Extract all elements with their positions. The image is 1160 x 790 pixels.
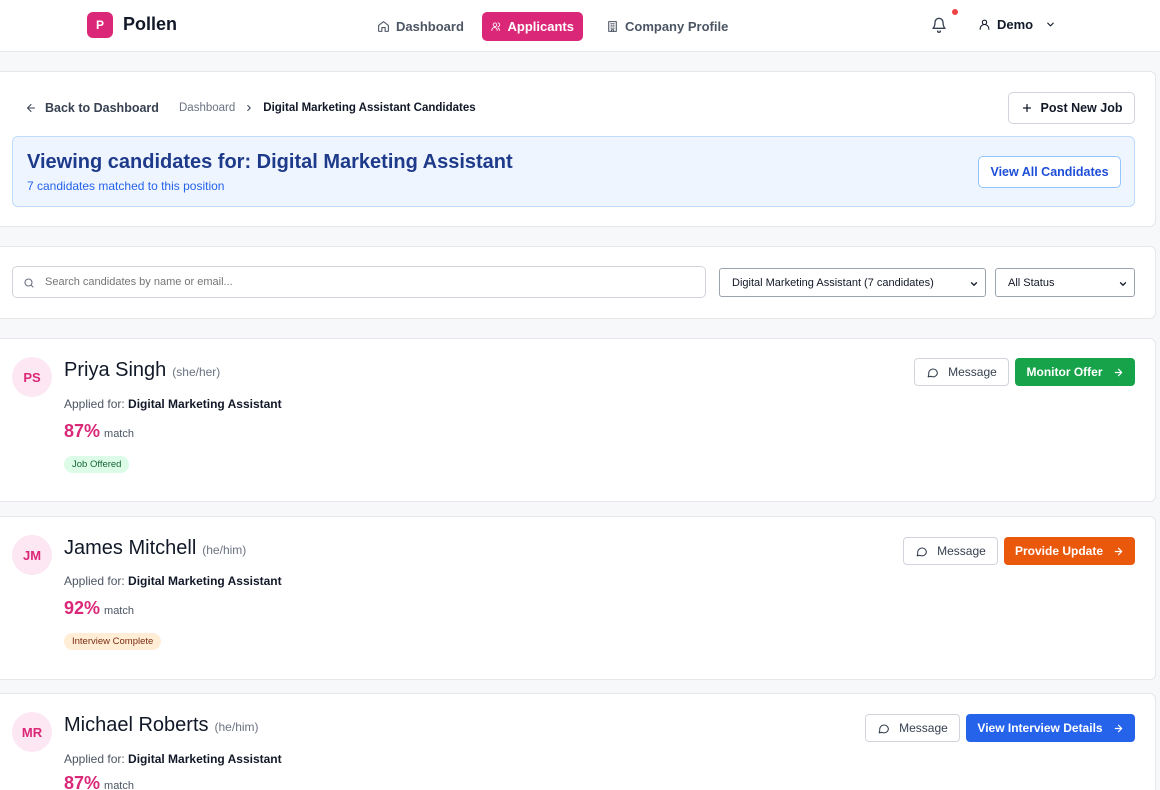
tab-company-profile-label: Company Profile <box>625 18 729 34</box>
applied-for: Applied for: Digital Marketing Assistant <box>64 397 282 411</box>
match-label: match <box>104 780 134 790</box>
applied-prefix: Applied for: <box>64 397 125 411</box>
position-banner: Viewing candidates for: Digital Marketin… <box>12 136 1135 207</box>
candidate-name-row: James Mitchell (he/him) <box>64 537 246 560</box>
avatar: MR <box>12 712 52 752</box>
post-new-job-label: Post New Job <box>1040 101 1123 115</box>
app-name[interactable]: Pollen <box>123 14 177 35</box>
match-label: match <box>104 605 134 617</box>
status-filter-value: All Status <box>1008 276 1055 289</box>
breadcrumb-current: Digital Marketing Assistant Candidates <box>263 102 476 114</box>
arrow-right-icon <box>1114 368 1122 376</box>
status-filter-select[interactable]: All Status <box>995 268 1135 297</box>
arrow-right-icon <box>1114 724 1122 732</box>
message-icon <box>927 368 939 377</box>
match-score: 92% match <box>64 598 134 619</box>
candidate-name-row: Priya Singh (she/her) <box>64 359 220 382</box>
search-field[interactable] <box>12 266 706 298</box>
applied-job: Digital Marketing Assistant <box>128 397 282 411</box>
match-percent: 87% <box>64 773 101 790</box>
candidate-name-row: Michael Roberts (he/him) <box>64 714 259 737</box>
avatar: PS <box>12 357 52 397</box>
tab-dashboard-label: Dashboard <box>396 18 464 34</box>
applied-job: Digital Marketing Assistant <box>128 752 282 766</box>
applied-job: Digital Marketing Assistant <box>128 574 282 588</box>
action-label: View Interview Details <box>977 721 1103 735</box>
tab-company-profile[interactable]: Company Profile <box>597 12 737 40</box>
tab-dashboard[interactable]: Dashboard <box>368 12 473 40</box>
applied-prefix: Applied for: <box>64 752 125 766</box>
message-button[interactable]: Message <box>914 358 1009 386</box>
breadcrumb: Dashboard Digital Marketing Assistant Ca… <box>179 102 476 114</box>
banner-title: Viewing candidates for: Digital Marketin… <box>27 151 513 173</box>
arrow-left-icon <box>27 104 35 112</box>
building-icon <box>608 20 617 32</box>
candidate-pronouns: (he/him) <box>202 543 247 557</box>
message-label: Message <box>899 721 948 735</box>
message-label: Message <box>948 365 997 379</box>
match-score: 87% match <box>64 421 134 442</box>
candidate-name[interactable]: James Mitchell <box>64 537 196 560</box>
back-link-label: Back to Dashboard <box>45 101 159 115</box>
avatar: JM <box>12 535 52 575</box>
view-interview-details-button[interactable]: View Interview Details <box>966 714 1135 742</box>
status-badge: Interview Complete <box>64 633 162 650</box>
message-icon <box>878 724 890 733</box>
candidate-pronouns: (he/him) <box>214 720 259 734</box>
match-percent: 87% <box>64 421 101 441</box>
candidate-name[interactable]: Priya Singh <box>64 359 166 382</box>
post-new-job-button[interactable]: Post New Job <box>1008 92 1135 124</box>
message-button[interactable]: Message <box>865 714 960 742</box>
banner-subtitle: 7 candidates matched to this position <box>27 179 225 193</box>
action-label: Provide Update <box>1014 544 1104 558</box>
message-label: Message <box>937 544 986 558</box>
breadcrumb-dashboard[interactable]: Dashboard <box>179 102 235 114</box>
chevron-right-icon <box>247 104 252 112</box>
provide-update-button[interactable]: Provide Update <box>1004 537 1135 565</box>
top-nav: P Pollen Dashboard Applicants Company Pr… <box>0 0 1160 52</box>
match-label: match <box>104 428 134 440</box>
candidate-pronouns: (she/her) <box>172 365 221 379</box>
message-button[interactable]: Message <box>903 537 998 565</box>
match-score: 87% match <box>64 773 134 790</box>
match-percent: 92% <box>64 598 101 618</box>
job-filter-select[interactable]: Digital Marketing Assistant (7 candidate… <box>719 268 986 297</box>
search-input[interactable] <box>45 267 695 297</box>
arrow-right-icon <box>1114 547 1123 555</box>
job-filter-value: Digital Marketing Assistant (7 candidate… <box>732 276 934 289</box>
status-badge: Job Offered <box>64 456 130 473</box>
chevron-down-icon <box>1119 282 1127 286</box>
message-icon <box>916 547 928 556</box>
user-name: Demo <box>997 17 1034 32</box>
user-icon <box>979 19 990 30</box>
candidate-name[interactable]: Michael Roberts <box>64 714 209 737</box>
users-icon <box>491 22 501 31</box>
notification-dot <box>952 9 958 15</box>
applied-for: Applied for: Digital Marketing Assistant <box>64 752 282 766</box>
applied-prefix: Applied for: <box>64 574 125 588</box>
search-icon <box>24 278 34 288</box>
monitor-offer-button[interactable]: Monitor Offer <box>1015 358 1135 386</box>
bell-icon[interactable] <box>931 17 947 33</box>
view-all-candidates-button[interactable]: View All Candidates <box>978 156 1121 188</box>
home-icon <box>378 20 389 32</box>
action-label: Monitor Offer <box>1026 365 1103 379</box>
plus-icon <box>1022 103 1031 113</box>
back-to-dashboard-link[interactable]: Back to Dashboard <box>25 101 159 115</box>
applied-for: Applied for: Digital Marketing Assistant <box>64 574 282 588</box>
chevron-down-icon <box>1047 22 1054 27</box>
chevron-down-icon <box>970 282 978 286</box>
user-menu[interactable]: Demo <box>978 17 1056 32</box>
tab-applicants-label: Applicants <box>507 19 574 34</box>
tab-applicants[interactable]: Applicants <box>482 12 583 41</box>
logo-mark[interactable]: P <box>87 12 113 38</box>
